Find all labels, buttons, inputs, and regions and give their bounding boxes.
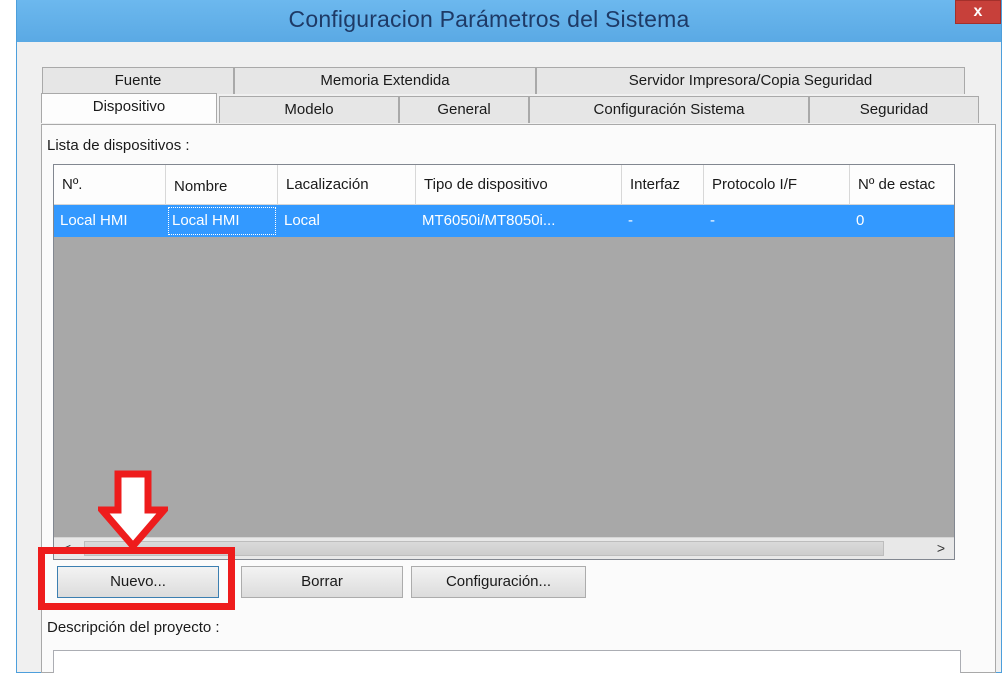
project-description-label: Descripción del proyecto : [47, 619, 220, 636]
close-button[interactable]: x [955, 0, 1001, 24]
cell-no-estacion: 0 [856, 212, 865, 229]
column-header-no-estacion[interactable]: Nº de estac [850, 165, 954, 205]
device-list[interactable]: Nº. Nombre Lacalización Tipo de disposit… [53, 164, 955, 560]
highlight-box [38, 547, 235, 610]
tab-memoria-extendida[interactable]: Memoria Extendida [234, 67, 536, 94]
configuration-button[interactable]: Configuración... [411, 566, 586, 598]
down-arrow-icon [98, 470, 168, 550]
tab-seguridad[interactable]: Seguridad [809, 96, 979, 123]
tab-configuracion-sistema[interactable]: Configuración Sistema [529, 96, 809, 123]
tab-dispositivo[interactable]: Dispositivo [41, 93, 217, 123]
title-bar[interactable]: Configuracion Parámetros del Sistema x [17, 0, 1001, 42]
tab-general[interactable]: General [399, 96, 529, 123]
tab-servidor-impresora[interactable]: Servidor Impresora/Copia Seguridad [536, 67, 965, 94]
column-header-protocolo[interactable]: Protocolo I/F [704, 165, 850, 205]
window-title: Configuracion Parámetros del Sistema [288, 6, 690, 32]
device-row[interactable]: Local HMI Local HMI Local MT6050i/MT8050… [54, 205, 954, 237]
cell-interfaz: - [628, 212, 633, 229]
column-header-nombre[interactable]: Nombre [166, 165, 278, 205]
tab-modelo[interactable]: Modelo [219, 96, 399, 123]
device-list-header: Nº. Nombre Lacalización Tipo de disposit… [54, 165, 954, 205]
column-header-tipo-dispositivo[interactable]: Tipo de dispositivo [416, 165, 622, 205]
project-description-field[interactable] [53, 650, 961, 673]
cell-nombre: Local HMI [166, 205, 278, 237]
cell-no: Local HMI [60, 212, 128, 229]
cell-tipo-dispositivo: MT6050i/MT8050i... [422, 212, 556, 229]
column-header-localizacion[interactable]: Lacalización [278, 165, 416, 205]
cell-localizacion: Local [284, 212, 320, 229]
column-header-no[interactable]: Nº. [54, 165, 166, 205]
tab-fuente[interactable]: Fuente [42, 67, 234, 94]
cell-protocolo: - [710, 212, 715, 229]
delete-button[interactable]: Borrar [241, 566, 403, 598]
column-header-interfaz[interactable]: Interfaz [622, 165, 704, 205]
scroll-right-icon[interactable]: > [930, 538, 952, 559]
device-list-label: Lista de dispositivos : [47, 137, 190, 154]
